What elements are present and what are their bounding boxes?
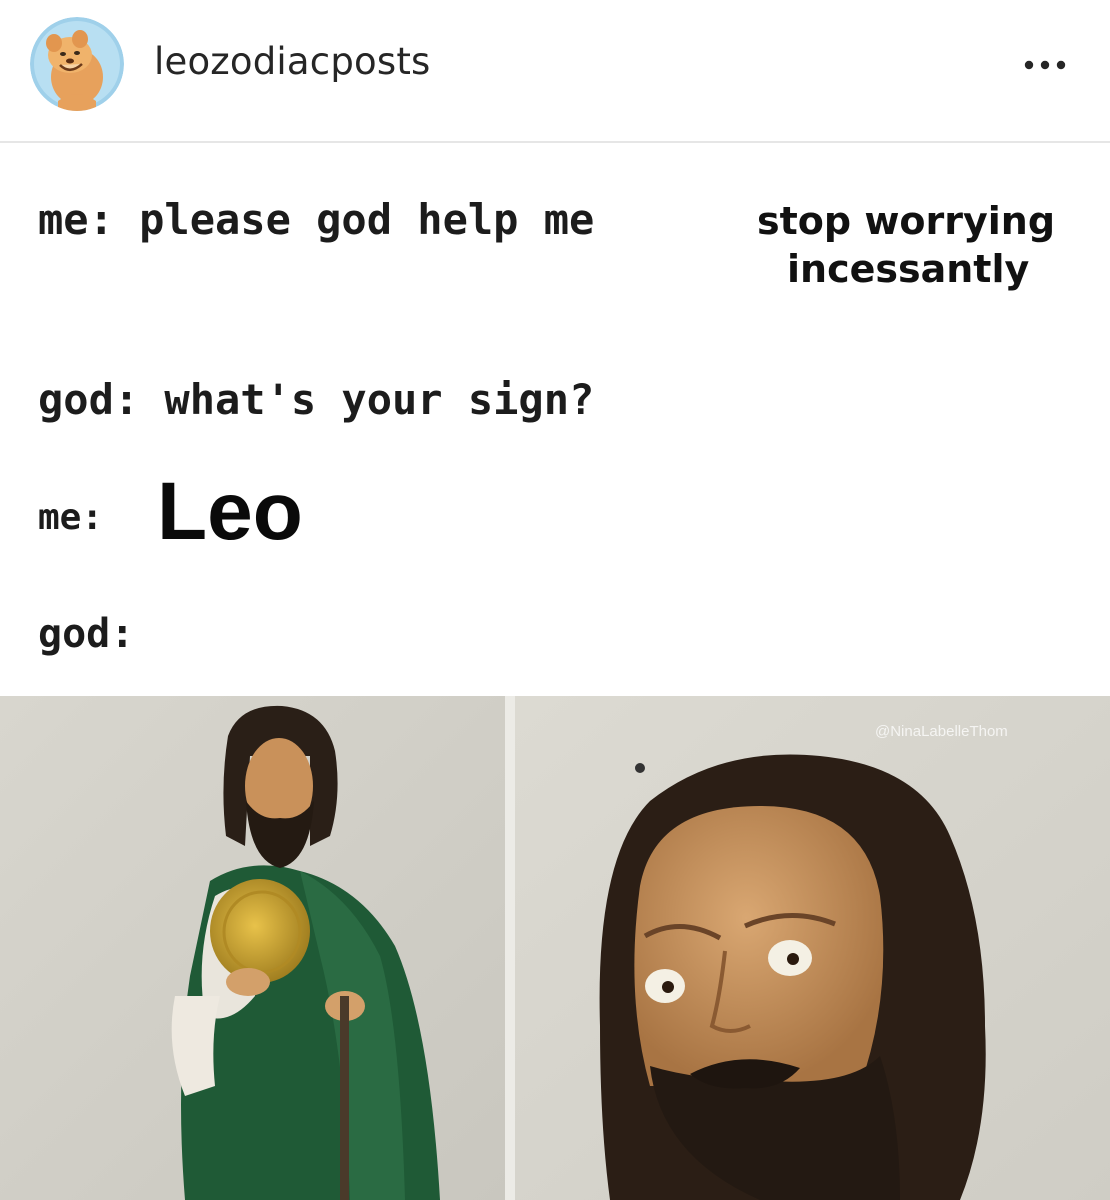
watermark: @NinaLabelleThom <box>875 723 1008 740</box>
meme-line-me-please: me: please god help me <box>38 195 595 244</box>
more-options-button[interactable] <box>1010 40 1080 90</box>
meme-line-god-label: god: <box>38 611 135 657</box>
meme-insert-line2: incessantly <box>787 247 1030 291</box>
statue-photos: @NinaLabelleThom <box>0 696 1110 1200</box>
lion-cub-avatar-icon <box>30 17 124 111</box>
meme-line-me-label: me: <box>38 497 104 538</box>
meme-insert-line1: stop worrying <box>757 199 1056 243</box>
statue-closeup <box>599 754 986 1200</box>
meme-line-god-sign: god: what's your sign? <box>38 375 595 424</box>
post-image[interactable]: me: please god help me stop worrying inc… <box>0 143 1110 1200</box>
more-horizontal-icon <box>1024 60 1066 70</box>
username-link[interactable]: leozodiacposts <box>154 40 431 83</box>
avatar[interactable] <box>30 17 124 111</box>
meme-answer-leo: Leo <box>157 466 303 557</box>
post-header: leozodiacposts <box>0 0 1110 143</box>
